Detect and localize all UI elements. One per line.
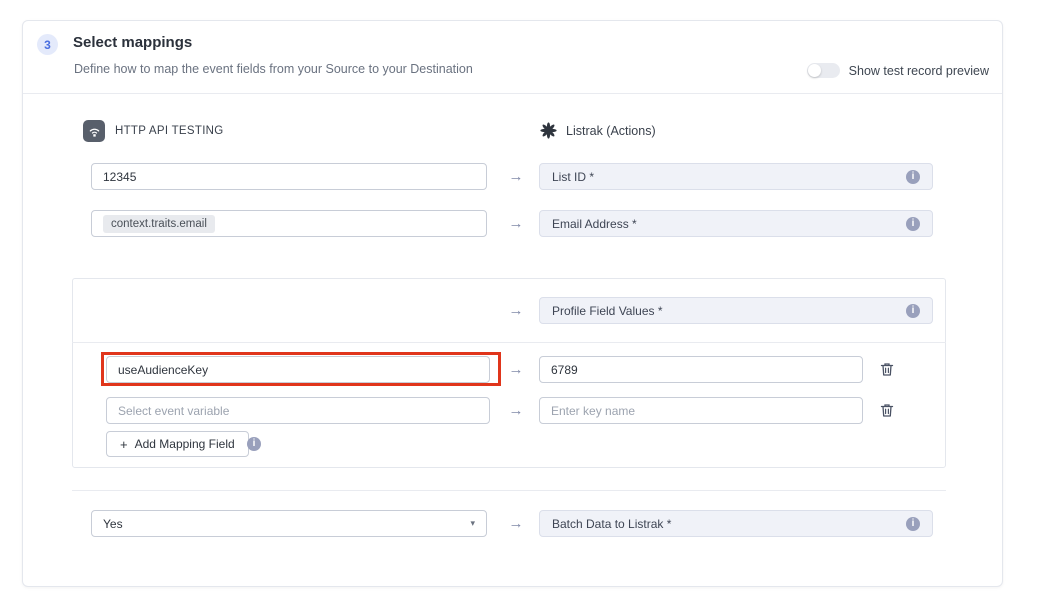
info-icon[interactable]: i	[906, 170, 920, 184]
destination-name: Listrak (Actions)	[566, 124, 656, 138]
email-destination-field: Email Address * i	[539, 210, 933, 237]
page-subtitle: Define how to map the event fields from …	[74, 62, 473, 76]
arrow-icon: →	[501, 361, 531, 378]
plus-icon: +	[120, 437, 128, 452]
batch-source-select[interactable]: Yes ▾	[91, 510, 487, 537]
event-variable-token: context.traits.email	[103, 215, 215, 233]
arrow-icon: →	[501, 302, 531, 319]
arrow-icon: →	[501, 168, 531, 185]
arrow-icon: →	[501, 402, 531, 419]
source-header: HTTP API TESTING	[83, 120, 224, 142]
list-id-source-input[interactable]	[91, 163, 487, 190]
email-source-input[interactable]: context.traits.email	[91, 210, 487, 237]
profile-mapping-2-key-input[interactable]	[539, 397, 863, 424]
trash-icon	[880, 403, 894, 418]
info-icon[interactable]: i	[906, 304, 920, 318]
toggle-knob	[808, 64, 821, 77]
profile-mapping-1-key-input[interactable]	[539, 356, 863, 383]
show-test-record-preview-toggle[interactable]	[807, 63, 840, 78]
select-mappings-card: 3 Select mappings Define how to map the …	[22, 20, 1003, 587]
destination-field-label: Email Address *	[552, 217, 637, 231]
delete-mapping-1-button[interactable]	[877, 359, 897, 379]
http-api-source-icon	[83, 120, 105, 142]
chevron-down-icon: ▾	[470, 518, 475, 529]
list-id-destination-field: List ID * i	[539, 163, 933, 190]
delete-mapping-2-button[interactable]	[877, 400, 897, 420]
add-mapping-field-label: Add Mapping Field	[135, 437, 235, 451]
destination-field-label: List ID *	[552, 170, 594, 184]
batch-destination-field: Batch Data to Listrak * i	[539, 510, 933, 537]
source-name: HTTP API TESTING	[115, 125, 224, 137]
step-number-badge: 3	[37, 34, 58, 55]
page: 3 Select mappings Define how to map the …	[0, 0, 1055, 612]
info-icon[interactable]: i	[906, 217, 920, 231]
trash-icon	[880, 362, 894, 377]
info-icon[interactable]: i	[906, 517, 920, 531]
test-record-preview-toggle-group: Show test record preview	[807, 63, 989, 78]
destination-field-label: Batch Data to Listrak *	[552, 517, 671, 531]
listrak-asterisk-icon	[540, 122, 557, 139]
profile-mapping-2-source-input[interactable]	[106, 397, 490, 424]
info-icon[interactable]: i	[247, 437, 261, 451]
select-value: Yes	[103, 517, 123, 531]
add-mapping-field-button[interactable]: + Add Mapping Field	[106, 431, 249, 457]
profile-mapping-1-source-input[interactable]	[106, 356, 490, 383]
arrow-icon: →	[501, 515, 531, 532]
section-divider	[72, 490, 946, 491]
profile-field-values-destination-field: Profile Field Values * i	[539, 297, 933, 324]
arrow-icon: →	[501, 215, 531, 232]
group-divider	[72, 342, 946, 343]
destination-field-label: Profile Field Values *	[552, 304, 663, 318]
page-title: Select mappings	[73, 34, 192, 51]
destination-header: Listrak (Actions)	[540, 122, 656, 139]
header-divider	[23, 93, 1002, 94]
toggle-label: Show test record preview	[849, 64, 989, 78]
